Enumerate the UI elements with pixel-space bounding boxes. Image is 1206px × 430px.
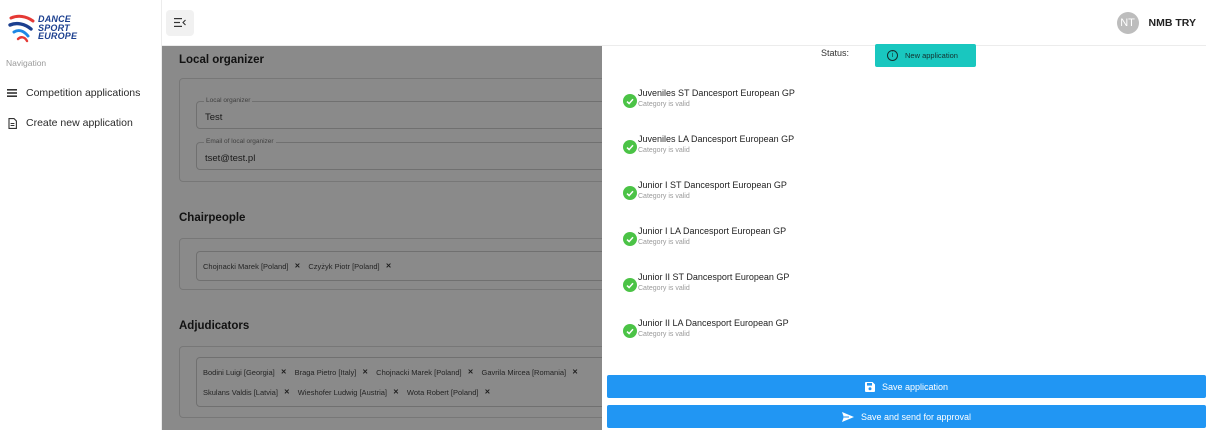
info-icon: i [887, 50, 898, 61]
logo-line-3: EUROPE [38, 31, 78, 42]
category-status: Category is valid [638, 239, 690, 246]
sidebar-item-competition-applications[interactable]: Competition applications [0, 80, 162, 106]
category-status: Category is valid [638, 331, 690, 338]
status-badge: i New application [875, 44, 976, 67]
category-list: Juveniles ST Dancesport European GP Cate… [623, 86, 1123, 362]
save-application-button[interactable]: Save application [607, 375, 1206, 398]
list-item: Junior I ST Dancesport European GP Categ… [623, 178, 1123, 224]
list-item: Junior II ST Dancesport European GP Cate… [623, 270, 1123, 316]
check-circle-icon [623, 324, 637, 338]
check-circle-icon [623, 94, 637, 108]
list-item: Juveniles LA Dancesport European GP Cate… [623, 132, 1123, 178]
modal-backdrop[interactable] [162, 46, 602, 430]
dance-sport-europe-logo[interactable]: DANCE SPORT EUROPE [8, 10, 148, 46]
status-value: New application [905, 51, 958, 60]
check-circle-icon [623, 140, 637, 154]
category-status: Category is valid [638, 193, 690, 200]
category-name: Juveniles ST Dancesport European GP [638, 88, 795, 98]
category-name: Junior I LA Dancesport European GP [638, 226, 787, 236]
category-name: Junior II LA Dancesport European GP [638, 318, 789, 328]
sidebar: DANCE SPORT EUROPE Navigation Competitio… [0, 0, 162, 430]
sidebar-item-create-new-application[interactable]: Create new application [0, 110, 162, 136]
save-application-label: Save application [881, 381, 949, 392]
sidebar-item-label: Competition applications [26, 87, 141, 99]
list-item: Junior II LA Dancesport European GP Cate… [623, 316, 1123, 362]
top-bar: NT NMB TRY [162, 0, 1206, 46]
list-item: Junior I LA Dancesport European GP Categ… [623, 224, 1123, 270]
user-name[interactable]: NMB TRY [1149, 17, 1196, 29]
check-circle-icon [623, 278, 637, 292]
list-item: Juveniles ST Dancesport European GP Cate… [623, 86, 1123, 132]
menu-collapse-button[interactable] [166, 10, 194, 36]
check-circle-icon [623, 186, 637, 200]
dancer-figure-icon [8, 12, 36, 44]
send-icon [841, 411, 854, 422]
user-menu[interactable]: NT NMB TRY [1116, 12, 1196, 34]
save-and-send-button[interactable]: Save and send for approval [607, 405, 1206, 428]
status-label: Status: [821, 48, 850, 58]
category-name: Junior II ST Dancesport European GP [638, 272, 790, 282]
category-status: Category is valid [638, 147, 690, 154]
save-and-send-label: Save and send for approval [860, 411, 972, 422]
nav-heading: Navigation [6, 58, 47, 68]
document-icon [6, 117, 18, 129]
list-icon [6, 87, 18, 99]
menu-collapse-icon [174, 14, 186, 32]
check-circle-icon [623, 232, 637, 246]
floppy-disk-icon [864, 381, 875, 392]
category-name: Junior I ST Dancesport European GP [638, 180, 787, 190]
sidebar-item-label: Create new application [26, 117, 133, 129]
category-name: Juveniles LA Dancesport European GP [638, 134, 795, 144]
category-status: Category is valid [638, 101, 690, 108]
application-summary-drawer: Status: i New application Juveniles ST D… [602, 44, 1206, 430]
category-status: Category is valid [638, 285, 690, 292]
avatar[interactable]: NT [1116, 12, 1139, 34]
